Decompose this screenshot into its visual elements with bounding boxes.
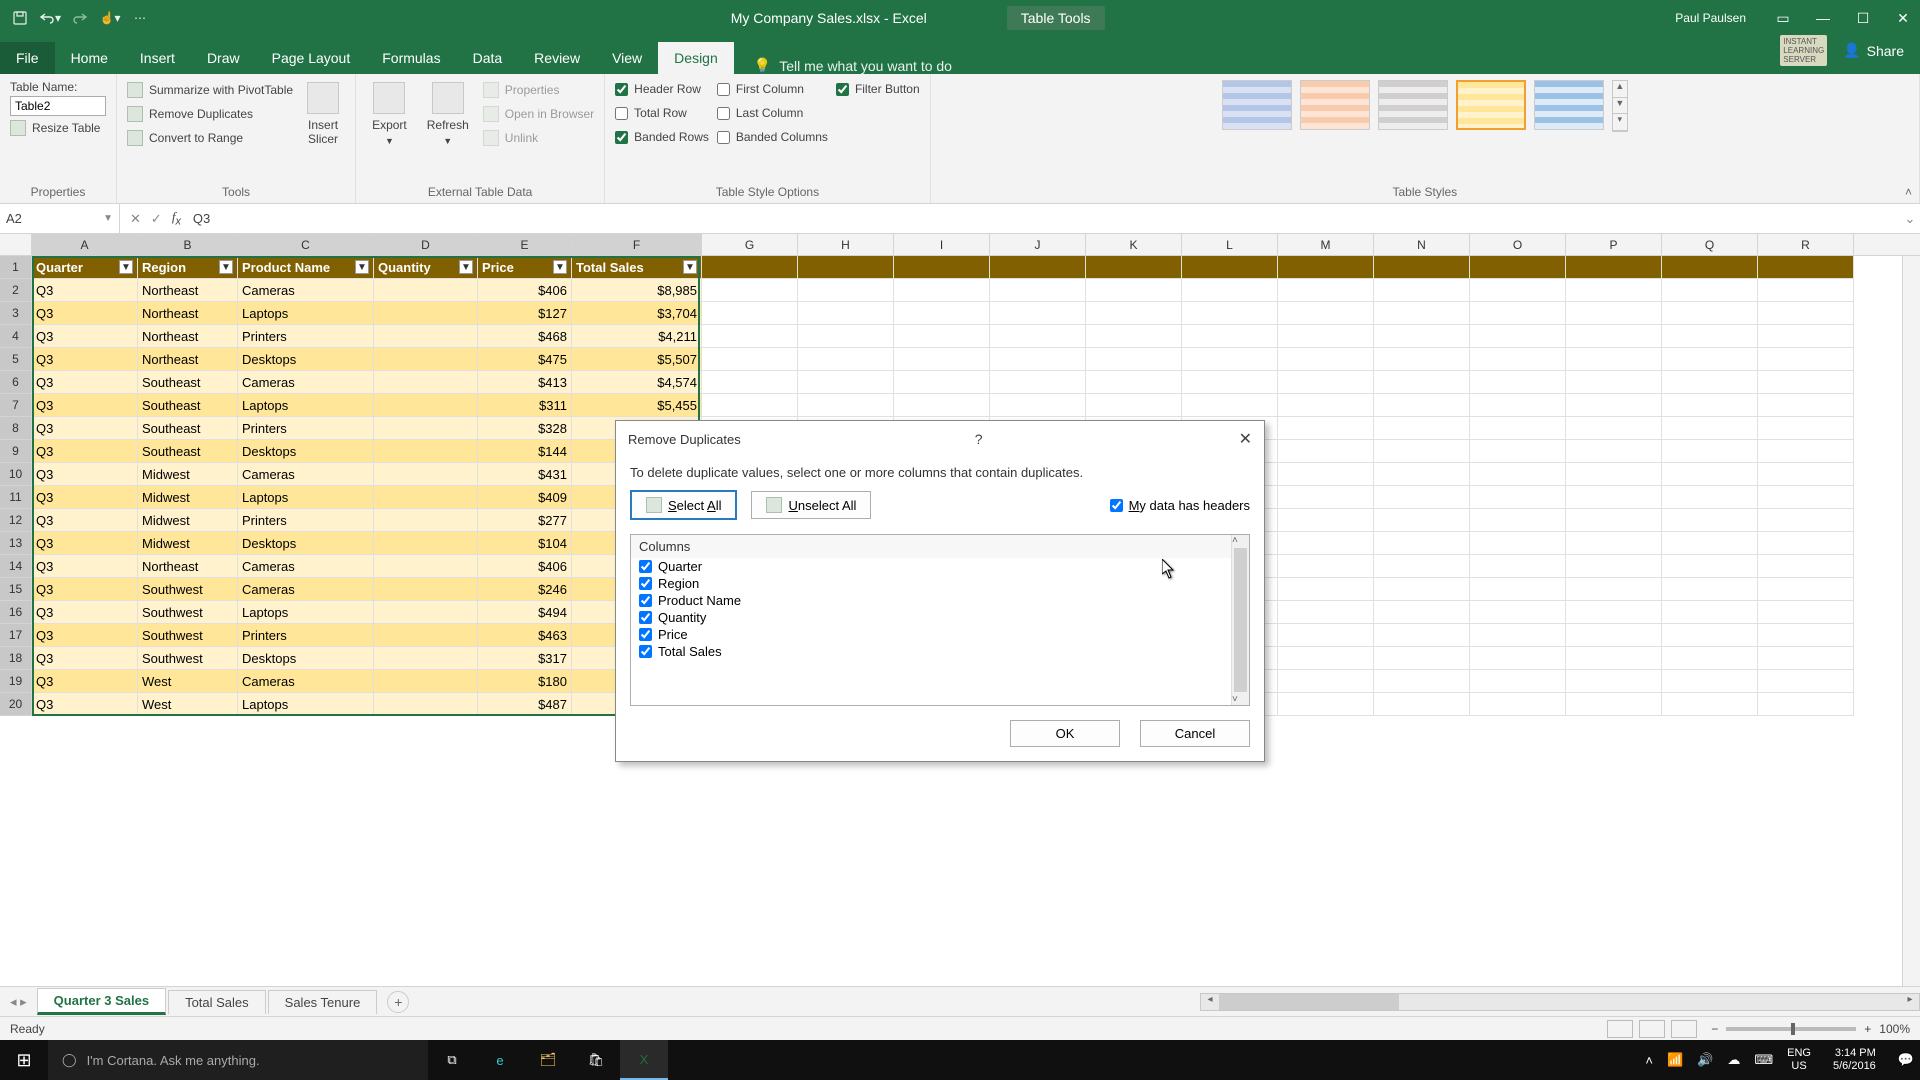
column-check-item[interactable]: Quantity bbox=[631, 609, 1249, 626]
dialog-title-text: Remove Duplicates bbox=[628, 432, 741, 447]
dialog-help-icon[interactable]: ? bbox=[975, 431, 983, 447]
remove-duplicates-dialog: Remove Duplicates ? ✕ To delete duplicat… bbox=[615, 420, 1265, 762]
my-data-has-headers-check[interactable]: My data has headers bbox=[1110, 498, 1250, 513]
dialog-overlay: Remove Duplicates ? ✕ To delete duplicat… bbox=[0, 0, 1920, 1080]
unselect-all-icon bbox=[766, 497, 782, 513]
dialog-instruction: To delete duplicate values, select one o… bbox=[630, 465, 1250, 480]
column-check-item[interactable]: Region bbox=[631, 575, 1249, 592]
dialog-close-icon[interactable]: ✕ bbox=[1239, 429, 1252, 449]
columns-listbox[interactable]: Columns Quarter Region Product Name Quan… bbox=[630, 534, 1250, 706]
unselect-all-button[interactable]: Unselect All bbox=[751, 491, 871, 519]
columns-header: Columns bbox=[631, 535, 1249, 558]
column-check-item[interactable]: Product Name bbox=[631, 592, 1249, 609]
column-check-item[interactable]: Quarter bbox=[631, 558, 1249, 575]
column-check-item[interactable]: Price bbox=[631, 626, 1249, 643]
cancel-button[interactable]: Cancel bbox=[1140, 720, 1250, 747]
select-all-icon bbox=[646, 497, 662, 513]
ok-button[interactable]: OK bbox=[1010, 720, 1120, 747]
column-check-item[interactable]: Total Sales bbox=[631, 643, 1249, 660]
select-all-button[interactable]: Select All bbox=[630, 490, 737, 520]
columns-scrollbar[interactable]: ˄˅ bbox=[1231, 535, 1249, 705]
